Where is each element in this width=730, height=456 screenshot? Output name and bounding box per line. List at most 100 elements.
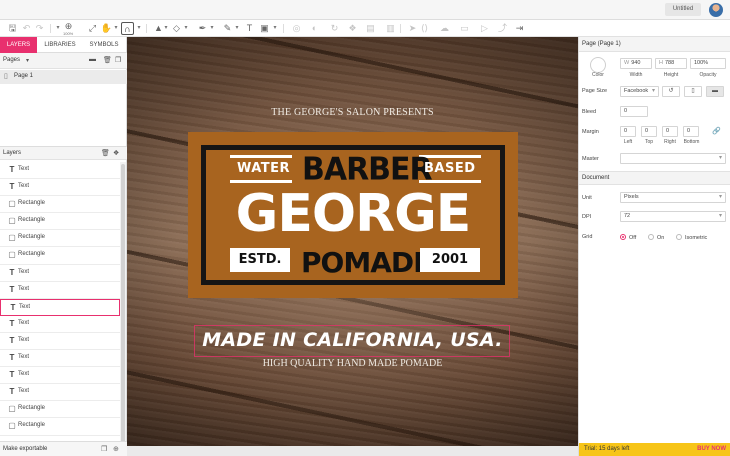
align-icon[interactable]: ▤ [364, 22, 377, 35]
share-icon[interactable]: ⤴ [496, 22, 509, 35]
layer-item-selected[interactable]: T Text [0, 298, 120, 316]
hand-dropdown-icon[interactable]: ▾ [113, 22, 119, 35]
toggle-icon[interactable]: ▬ [89, 56, 96, 63]
dpi-select[interactable]: 72 [620, 211, 726, 222]
code-icon[interactable]: ⟨⟩ [418, 22, 431, 35]
cloud-icon[interactable]: ☁ [438, 22, 451, 35]
magnet-snap-icon[interactable]: ∩ [121, 22, 134, 35]
pencil-tool-icon[interactable]: ✎ [221, 22, 234, 35]
layer-item[interactable]: T Text [0, 162, 120, 180]
unit-select[interactable]: Pixels [620, 192, 726, 203]
layer-options-icon[interactable]: ❖ [113, 149, 119, 157]
document-title[interactable]: Untitled [665, 3, 701, 16]
opacity-input[interactable]: 100% [690, 58, 726, 69]
grid-off-radio[interactable] [620, 234, 626, 240]
shape-dropdown-icon[interactable]: ▾ [183, 22, 189, 35]
presents-text[interactable]: THE GEORGE'S SALON PRESENTS [127, 107, 578, 118]
layer-item[interactable]: T Text [0, 282, 120, 299]
layer-item[interactable]: ▢ Rectangle [0, 196, 120, 214]
avatar[interactable] [709, 3, 723, 17]
text-tool-icon[interactable]: T [243, 22, 256, 35]
undo-icon[interactable]: ↶ [20, 22, 33, 35]
landscape-icon[interactable]: ▬ [706, 86, 724, 97]
margin-right-input[interactable]: 0 [662, 126, 678, 137]
layer-name: Text [18, 319, 30, 326]
pencil-dropdown-icon[interactable]: ▾ [234, 22, 240, 35]
page-color-swatch[interactable] [590, 57, 606, 73]
margin-bottom-input[interactable]: 0 [683, 126, 699, 137]
layer-item[interactable]: ▢ Rectangle [0, 401, 120, 419]
orientation-toggle-icon[interactable]: ↺ [662, 86, 680, 97]
link-margins-icon[interactable]: 🔗 [712, 127, 721, 135]
zoom-dropdown-icon[interactable]: ▾ [55, 22, 61, 35]
preview-icon[interactable]: ▷ [478, 22, 491, 35]
layer-item[interactable]: T Text [0, 179, 120, 197]
height-input[interactable]: H 788 [655, 58, 687, 69]
width-input[interactable]: W 940 [620, 58, 652, 69]
layer-item[interactable]: T Text [0, 316, 120, 333]
water-text[interactable]: WATER [237, 161, 290, 176]
redo-icon[interactable]: ↷ [33, 22, 46, 35]
trash-icon[interactable]: 🗑 [101, 149, 110, 157]
select-dropdown-icon[interactable]: ▾ [163, 22, 169, 35]
boolean-union-icon[interactable]: ◎ [290, 22, 303, 35]
layers-scrollbar-thumb[interactable] [121, 164, 125, 454]
portrait-icon[interactable]: ▯ [684, 86, 702, 97]
make-exportable-link[interactable]: Make exportable [3, 446, 47, 452]
high-quality-text[interactable]: HIGH QUALITY HAND MADE POMADE [127, 358, 578, 369]
boolean-subtract-icon[interactable]: ◐ [308, 22, 321, 35]
bleed-input[interactable]: 0 [620, 106, 648, 117]
page-item[interactable]: ▯ Page 1 [0, 70, 127, 84]
trash-icon[interactable]: 🗑 [103, 56, 112, 64]
badge-border[interactable]: WATER BARBER BASED GEORGE ESTD. POMADE 2… [201, 145, 505, 285]
page-size-select[interactable]: Facebook [620, 86, 659, 97]
pomade-badge[interactable]: WATER BARBER BASED GEORGE ESTD. POMADE 2… [188, 132, 518, 298]
rotate-icon[interactable]: ↻ [328, 22, 341, 35]
master-select[interactable] [620, 153, 726, 164]
layer-item[interactable]: ▢ Rectangle [0, 418, 120, 436]
pomade-text[interactable]: POMADE [301, 246, 432, 279]
barber-text[interactable]: BARBER [302, 151, 433, 188]
based-text[interactable]: BASED [424, 161, 476, 176]
export-slice-icon[interactable]: ❐ [101, 445, 107, 453]
tab-libraries[interactable]: LIBRARIES [40, 37, 80, 53]
chevron-down-icon[interactable]: ▾ [26, 57, 29, 64]
artboard[interactable]: THE GEORGE'S SALON PRESENTS WATER BARBER… [127, 37, 578, 446]
fit-screen-icon[interactable]: ⤢ [86, 22, 99, 35]
estd-box[interactable]: ESTD. [230, 248, 290, 272]
symbol-icon[interactable]: ❖ [346, 22, 359, 35]
add-page-icon[interactable]: ❐ [115, 56, 121, 64]
tab-symbols[interactable]: SYMBOLS [84, 37, 124, 53]
layer-item[interactable]: T Text [0, 367, 120, 385]
pen-tool-icon[interactable]: ✒ [196, 22, 209, 35]
tab-layers[interactable]: LAYERS [0, 37, 37, 53]
made-in-text[interactable]: MADE IN CALIFORNIA, USA. [127, 329, 578, 351]
export-icon[interactable]: ⇥ [513, 22, 526, 35]
image-tool-icon[interactable]: ▣ [258, 22, 271, 35]
year-box[interactable]: 2001 [420, 248, 480, 272]
text-layer-icon: T [9, 284, 15, 294]
shape-tool-icon[interactable]: ◇ [170, 22, 183, 35]
grid-isometric-radio[interactable] [676, 234, 682, 240]
image-dropdown-icon[interactable]: ▾ [272, 22, 278, 35]
hand-tool-icon[interactable]: ✋ [100, 22, 113, 35]
snap-dropdown-icon[interactable]: ▾ [136, 22, 142, 35]
layer-item[interactable]: ▢ Rectangle [0, 213, 120, 231]
distribute-icon[interactable]: ▥ [384, 22, 397, 35]
layer-item[interactable]: T Text [0, 384, 120, 402]
add-circle-icon[interactable]: ⊕ [113, 445, 119, 453]
canvas-area[interactable]: THE GEORGE'S SALON PRESENTS WATER BARBER… [127, 37, 578, 456]
layer-item[interactable]: ▢ Rectangle [0, 247, 120, 265]
comment-icon[interactable]: ▭ [458, 22, 471, 35]
layer-item[interactable]: ▢ Rectangle [0, 230, 120, 248]
george-text[interactable]: GEORGE [206, 186, 500, 242]
margin-top-input[interactable]: 0 [641, 126, 657, 137]
layer-item[interactable]: T Text [0, 265, 120, 282]
margin-left-input[interactable]: 0 [620, 126, 636, 137]
grid-on-radio[interactable] [648, 234, 654, 240]
pen-dropdown-icon[interactable]: ▾ [209, 22, 215, 35]
buy-now-link[interactable]: BUY NOW [697, 446, 726, 452]
layer-item[interactable]: T Text [0, 333, 120, 351]
layer-item[interactable]: T Text [0, 350, 120, 368]
save-icon[interactable]: 🖫 [6, 22, 19, 35]
